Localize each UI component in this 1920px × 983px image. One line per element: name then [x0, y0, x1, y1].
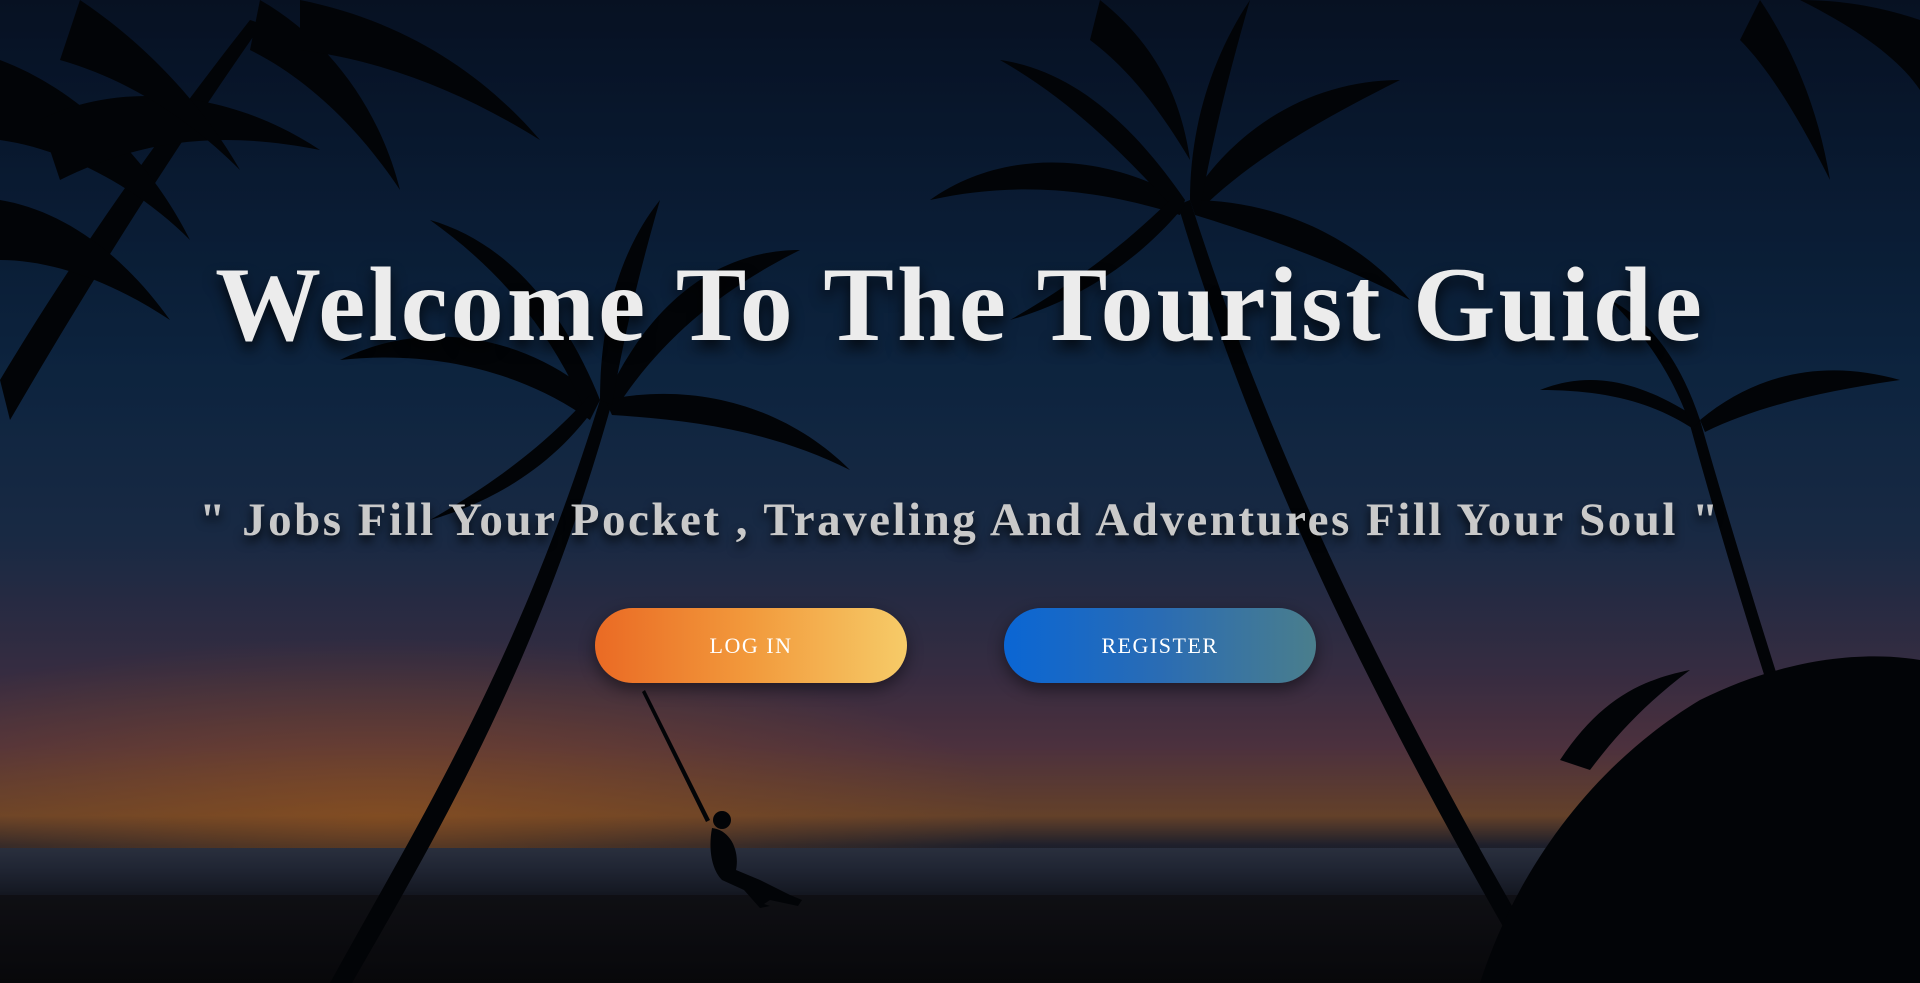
hero-content: Welcome To The Tourist Guide " Jobs Fill…: [0, 0, 1920, 983]
register-button[interactable]: REGISTER: [1004, 608, 1316, 683]
login-button[interactable]: LOG IN: [595, 608, 907, 683]
page-title: Welcome To The Tourist Guide: [215, 246, 1705, 363]
tagline-quote: " Jobs Fill Your Pocket , Traveling And …: [199, 494, 1721, 546]
